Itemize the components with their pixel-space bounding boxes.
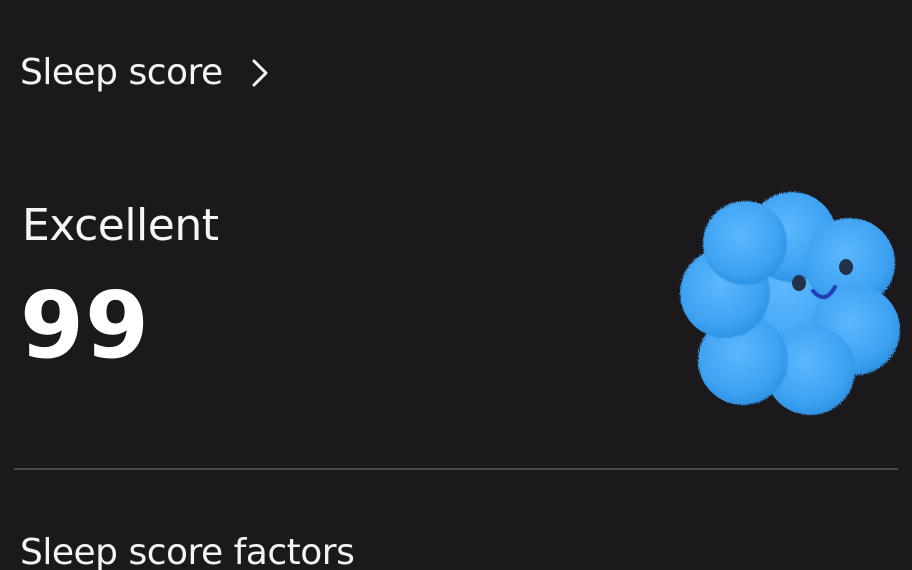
sleep-score-screen: Sleep score Excellent 99 Sleep score fac… — [0, 0, 912, 570]
sleep-score-header-link[interactable]: Sleep score — [20, 52, 271, 93]
chevron-right-icon — [249, 57, 271, 89]
smiling-cloud-mascot-icon — [675, 185, 910, 420]
sleep-score-value: 99 — [20, 272, 151, 379]
sleep-rating-label: Excellent — [22, 200, 219, 251]
section-divider — [14, 468, 898, 470]
sleep-score-title: Sleep score — [20, 52, 223, 93]
sleep-score-factors-heading: Sleep score factors — [20, 532, 355, 570]
